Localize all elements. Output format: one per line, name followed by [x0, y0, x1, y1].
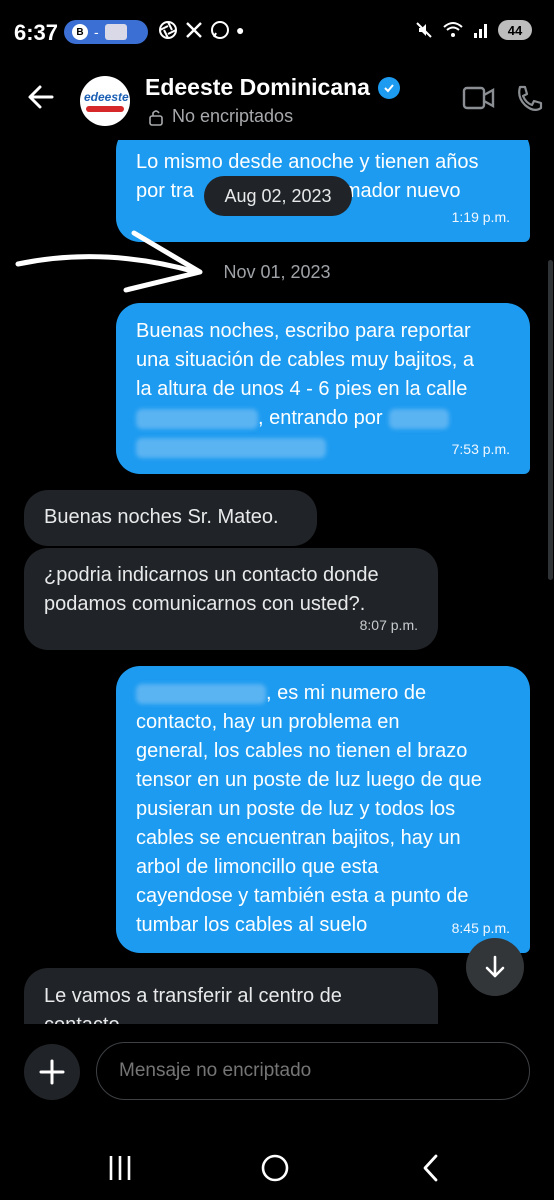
message-text-line: general, los cables no tienen el brazo — [136, 740, 468, 762]
avatar-logo-stripe — [86, 106, 124, 112]
encryption-status: No encriptados — [148, 106, 293, 127]
phone-icon[interactable] — [514, 84, 544, 114]
whatsapp-icon — [211, 21, 229, 39]
message-text: , entrando por — [258, 407, 383, 429]
message-text-line: cables se encuentran bajitos, hay un — [136, 827, 461, 849]
message-time: 1:19 p.m. — [451, 209, 510, 225]
wifi-icon — [443, 22, 463, 37]
message-text-line: , entrando por — [136, 404, 510, 433]
scrollbar[interactable] — [548, 260, 553, 580]
scroll-to-bottom-button[interactable] — [466, 938, 524, 996]
message-outgoing[interactable]: , es mi numero de contacto, hay un probl… — [116, 666, 530, 953]
message-time: 8:07 p.m. — [359, 617, 418, 633]
message-text-line: arbol de limoncillo que esta — [136, 856, 379, 878]
home-icon[interactable] — [258, 1150, 292, 1186]
mute-icon — [416, 22, 432, 38]
pill-separator: - — [94, 24, 99, 40]
contact-name: Edeeste Dominicana — [145, 74, 370, 100]
lock-icon — [149, 109, 163, 126]
message-text-line: Buenas noches, escribo para reportar — [136, 320, 471, 342]
message-text-line: contacto — [44, 1011, 418, 1024]
message-list[interactable]: Lo mismo desde anoche y tienen años por … — [0, 140, 554, 1024]
status-notification-pill: B - — [64, 20, 148, 44]
message-incoming[interactable]: Le vamos a transferir al centro de conta… — [24, 968, 438, 1024]
message-text: Buenas noches Sr. Mateo. — [44, 506, 279, 528]
battery-indicator: 44 — [498, 20, 532, 40]
message-text: por tra — [136, 180, 194, 202]
redacted-text — [388, 408, 449, 429]
add-attachment-button[interactable] — [24, 1044, 80, 1100]
signal-icon — [474, 24, 487, 38]
plus-icon — [39, 1059, 65, 1085]
aperture-icon — [159, 21, 177, 39]
message-text-line: , es mi numero de — [136, 679, 510, 708]
kings-logo-icon — [104, 24, 127, 40]
message-text-line: una situación de cables muy bajitos, a — [136, 349, 474, 371]
scroll-down-icon — [485, 955, 505, 978]
message-text-line: Lo mismo desde anoche y tienen años — [136, 151, 479, 173]
message-input[interactable] — [96, 1042, 530, 1100]
message-text-line: cayendose y también esta a punto de — [136, 885, 469, 907]
nav-back-icon[interactable] — [418, 1150, 444, 1186]
message-incoming[interactable]: Buenas noches Sr. Mateo. — [24, 490, 317, 546]
redacted-text — [136, 683, 266, 704]
annotation-arrow — [15, 230, 203, 293]
video-call-icon[interactable] — [462, 84, 496, 112]
message-incoming[interactable]: ¿podria indicarnos un contacto donde pod… — [24, 548, 438, 650]
more-dot-icon: ● — [236, 22, 245, 38]
message-text: , es mi numero de — [266, 682, 427, 704]
avatar-logo-text: edeeste — [84, 90, 129, 104]
message-text-line: pusieran un poste de luz y todos los — [136, 798, 456, 820]
status-right: 44 — [414, 20, 532, 40]
message-text: mador nuevo — [343, 180, 461, 202]
avatar[interactable]: edeeste — [80, 76, 130, 126]
message-text-line: ¿podria indicarnos un contacto donde — [44, 564, 379, 586]
message-outgoing[interactable]: Buenas noches, escribo para reportar una… — [116, 303, 530, 474]
nets-logo-icon: B — [72, 24, 88, 40]
message-text-line: contacto, hay un problema en — [136, 711, 400, 733]
redacted-text — [136, 437, 326, 458]
redacted-text — [136, 408, 258, 429]
message-time: 7:53 p.m. — [451, 441, 510, 457]
x-logo-icon — [186, 22, 202, 38]
message-text-line: la altura de unos 4 - 6 pies en la calle — [136, 378, 468, 400]
status-time: 6:37 — [14, 20, 59, 45]
chat-header[interactable]: Edeeste Dominicana — [145, 74, 400, 101]
message-text-line: Le vamos a transferir al centro de — [44, 985, 342, 1007]
date-chip: Aug 02, 2023 — [204, 176, 352, 216]
encryption-label: No encriptados — [172, 106, 294, 126]
status-app-icons: ● — [158, 20, 244, 40]
message-text-line: tensor en un poste de luz luego de que — [136, 769, 482, 791]
verified-icon — [377, 76, 400, 99]
recents-icon[interactable] — [106, 1150, 134, 1186]
back-arrow-icon[interactable] — [24, 80, 58, 114]
